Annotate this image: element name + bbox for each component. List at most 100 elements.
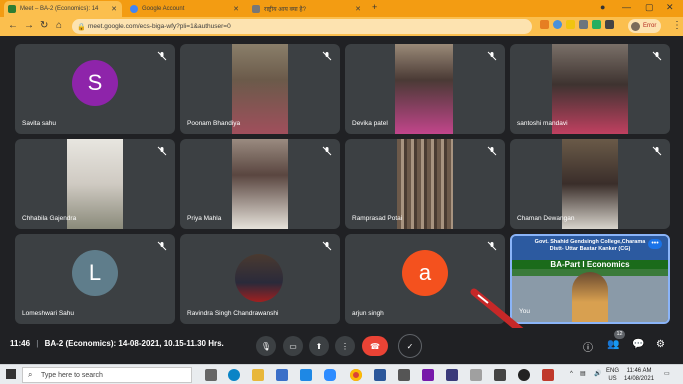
maximize-icon[interactable]: ▢ bbox=[645, 2, 654, 13]
new-tab-icon[interactable]: + bbox=[372, 2, 377, 12]
banner-line: Govt. Shahid Gendsingh College,Charama bbox=[534, 239, 646, 245]
mic-icon: 🎙 bbox=[260, 341, 272, 351]
participant-video bbox=[232, 44, 288, 134]
store-icon[interactable] bbox=[276, 369, 288, 381]
close-window-icon[interactable]: ✕ bbox=[666, 2, 674, 13]
taskbar-search[interactable]: ⌕ Type here to search bbox=[22, 367, 192, 383]
participant-name: Savita sahu bbox=[22, 120, 56, 127]
tab-google-account[interactable]: Google Account ✕ bbox=[126, 1, 244, 17]
participant-tile[interactable]: Ravindra Singh Chandrawanshi bbox=[180, 234, 340, 324]
minimize-icon[interactable]: — bbox=[622, 2, 631, 12]
mic-off-icon bbox=[487, 51, 497, 61]
record-icon: ● bbox=[600, 2, 606, 12]
college-banner: Govt. Shahid Gendsingh College,Charama D… bbox=[514, 239, 666, 253]
participant-tile[interactable]: Chaman Dewangan bbox=[510, 139, 670, 229]
clock-date: 14/08/2021 bbox=[624, 376, 655, 382]
people-icon[interactable]: 👥 bbox=[607, 339, 619, 350]
network-icon[interactable]: ▤ bbox=[580, 370, 586, 378]
back-icon[interactable]: ← bbox=[8, 20, 18, 31]
present-icon: ⬆ bbox=[315, 341, 323, 351]
url-text: meet.google.com/ecs-biga-wfy?pli=1&authu… bbox=[88, 23, 231, 30]
zoom-icon[interactable] bbox=[324, 369, 336, 381]
home-icon[interactable]: ⌂ bbox=[56, 20, 62, 31]
participant-tile[interactable]: S Savita sahu bbox=[15, 44, 175, 134]
participant-video bbox=[397, 139, 453, 229]
tab-title: Google Account bbox=[142, 6, 185, 12]
app-icon[interactable] bbox=[542, 369, 554, 381]
tab-title: Meet – BA-2 (Economics): 14 bbox=[20, 6, 99, 12]
mic-off-icon bbox=[652, 146, 662, 156]
forward-icon[interactable]: → bbox=[24, 20, 34, 31]
chat-icon[interactable]: 💬 bbox=[632, 339, 644, 350]
address-bar[interactable]: 🔒 meet.google.com/ecs-biga-wfy?pli=1&aut… bbox=[72, 19, 532, 34]
participant-tile[interactable]: Devika patel bbox=[345, 44, 505, 134]
google-favicon-icon bbox=[130, 5, 138, 13]
clock[interactable]: 11:46 AM 14/08/2021 bbox=[624, 367, 654, 383]
mic-button[interactable]: 🎙 bbox=[256, 336, 276, 356]
app-icon[interactable] bbox=[518, 369, 530, 381]
search-placeholder: Type here to search bbox=[41, 371, 103, 379]
raise-hand-button[interactable]: ✓ bbox=[398, 334, 422, 358]
participant-name: Chaman Dewangan bbox=[517, 215, 575, 222]
tray-chevron-icon[interactable]: ^ bbox=[570, 370, 573, 378]
lang-text: ENG bbox=[606, 368, 620, 374]
photos-icon[interactable] bbox=[494, 369, 506, 381]
present-button[interactable]: ⬆ bbox=[309, 336, 329, 356]
browser-chrome: Meet – BA-2 (Economics): 14 ✕ Google Acc… bbox=[0, 0, 683, 36]
tab-national-income[interactable]: राष्ट्रीय आय क्या है? ✕ bbox=[248, 1, 366, 17]
chrome-icon[interactable] bbox=[350, 369, 362, 381]
participant-tile[interactable]: Poonam Bhandiya bbox=[180, 44, 340, 134]
participant-video bbox=[232, 139, 288, 229]
meet-stage: S Savita sahu Poonam Bhandiya Devika pat… bbox=[0, 36, 683, 364]
more-options-icon[interactable]: ••• bbox=[648, 239, 662, 249]
extension-icon[interactable] bbox=[592, 20, 601, 29]
word-icon[interactable] bbox=[374, 369, 386, 381]
close-icon[interactable]: ✕ bbox=[111, 5, 117, 13]
participant-tile[interactable]: Chhabila Gajendra bbox=[15, 139, 175, 229]
people-count-badge: 12 bbox=[614, 330, 625, 339]
extension-icon[interactable] bbox=[579, 20, 588, 29]
volume-icon[interactable]: 🔊 bbox=[594, 370, 601, 378]
address-row: ← → ↻ ⌂ 🔒 meet.google.com/ecs-biga-wfy?p… bbox=[0, 17, 683, 36]
participant-tile[interactable]: Priya Mahla bbox=[180, 139, 340, 229]
tab-meet[interactable]: Meet – BA-2 (Economics): 14 ✕ bbox=[4, 1, 122, 17]
onenote-icon[interactable] bbox=[422, 369, 434, 381]
task-view-icon[interactable] bbox=[205, 369, 217, 381]
check-icon: ✓ bbox=[406, 341, 414, 351]
activities-icon[interactable]: ⚙ bbox=[656, 339, 665, 350]
extension-icon[interactable] bbox=[540, 20, 549, 29]
close-icon[interactable]: ✕ bbox=[233, 5, 239, 13]
participant-video bbox=[395, 44, 453, 134]
app-icon[interactable] bbox=[446, 369, 458, 381]
extension-icon[interactable] bbox=[566, 20, 575, 29]
participant-tile[interactable]: santoshi mandavi bbox=[510, 44, 670, 134]
meeting-title: BA-2 (Economics): 14-08-2021, 10.15-11.3… bbox=[44, 339, 224, 348]
app-icon[interactable] bbox=[470, 369, 482, 381]
presenter-figure bbox=[572, 272, 608, 322]
more-vert-icon: ⋮ bbox=[341, 341, 349, 351]
taskbar: ⌕ Type here to search ^ ▤ 🔊 ENG US 11:46… bbox=[0, 364, 683, 384]
participant-tile[interactable]: L Lomeshwari Sahu bbox=[15, 234, 175, 324]
participant-name: Ravindra Singh Chandrawanshi bbox=[187, 310, 279, 317]
profile-button[interactable]: Error bbox=[628, 19, 662, 33]
camera-button[interactable]: ▭ bbox=[283, 336, 303, 356]
mail-icon[interactable] bbox=[300, 369, 312, 381]
more-options-button[interactable]: ⋮ bbox=[335, 336, 355, 356]
search-icon: ⌕ bbox=[28, 370, 33, 379]
app-icon[interactable] bbox=[398, 369, 410, 381]
mic-off-icon bbox=[157, 241, 167, 251]
leave-call-button[interactable]: ☎ bbox=[362, 336, 388, 356]
puzzle-icon[interactable] bbox=[605, 20, 614, 29]
edge-icon[interactable] bbox=[228, 369, 240, 381]
close-icon[interactable]: ✕ bbox=[355, 5, 361, 13]
menu-icon[interactable]: ⋮ bbox=[672, 20, 682, 31]
extension-icon[interactable] bbox=[553, 20, 562, 29]
reload-icon[interactable]: ↻ bbox=[40, 20, 48, 31]
windows-start-icon[interactable] bbox=[6, 369, 16, 379]
info-icon[interactable]: ⓘ bbox=[583, 339, 593, 354]
participant-tile[interactable]: Ramprasad Potai bbox=[345, 139, 505, 229]
participant-name: Ramprasad Potai bbox=[352, 215, 403, 222]
notification-icon[interactable]: ▭ bbox=[664, 370, 670, 378]
file-explorer-icon[interactable] bbox=[252, 369, 264, 381]
language-indicator[interactable]: ENG US bbox=[606, 367, 619, 383]
